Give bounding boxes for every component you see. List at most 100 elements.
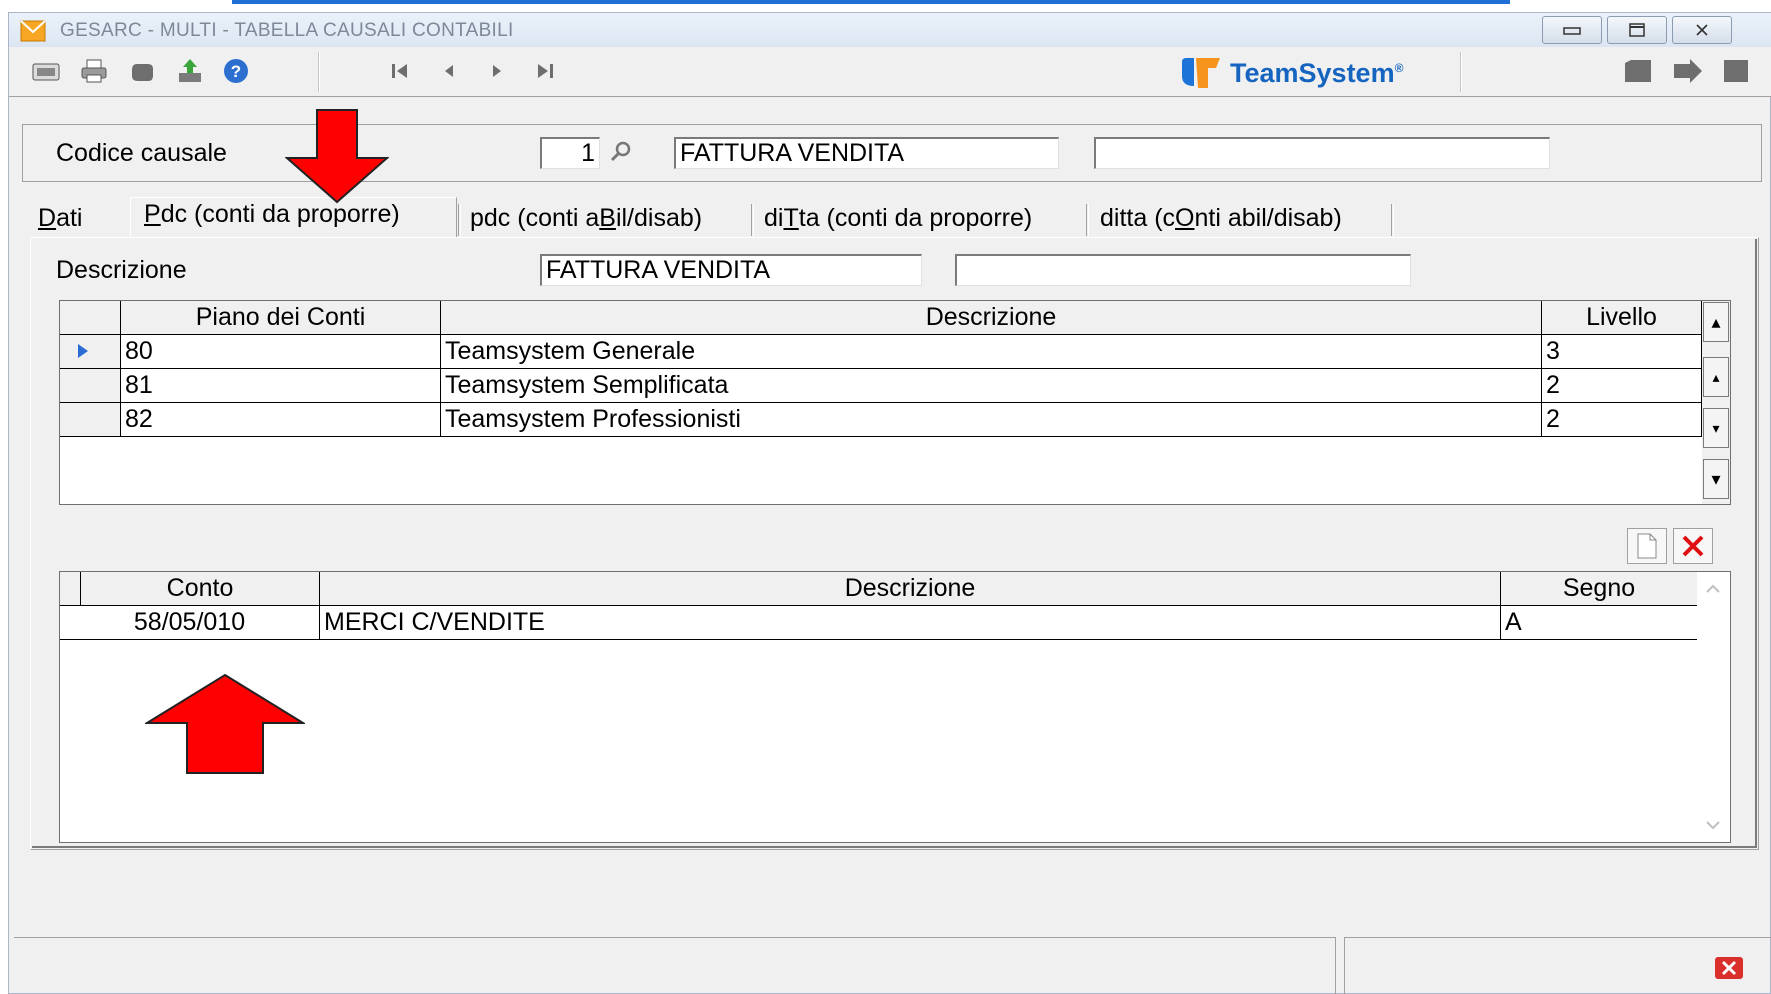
toolbar-separator xyxy=(318,52,320,92)
print-button[interactable] xyxy=(79,56,109,86)
minimize-button[interactable] xyxy=(1542,16,1602,44)
search-lookup-icon[interactable] xyxy=(609,140,633,171)
table-row-cell[interactable]: 2 xyxy=(1542,369,1702,403)
new-row-button[interactable] xyxy=(1627,528,1667,564)
row-selector[interactable] xyxy=(60,403,121,437)
printer-icon xyxy=(81,59,107,83)
scroll-up-icon xyxy=(1706,584,1720,593)
descrizione-label: Descrizione xyxy=(56,256,187,284)
save-button[interactable] xyxy=(1623,56,1653,86)
tab-pdc-conti-abil-disab[interactable]: pdc (conti aBil/disab) xyxy=(464,201,708,235)
window-title: GESARC - MULTI - TABELLA CAUSALI CONTABI… xyxy=(60,20,514,41)
export-icon xyxy=(179,59,201,82)
preview-button[interactable] xyxy=(31,56,61,86)
conti-header-segno[interactable]: Segno xyxy=(1501,572,1697,606)
scroll-top-icon: ▴ xyxy=(1711,311,1721,332)
last-record-icon xyxy=(538,64,553,78)
table-row-cell[interactable]: A xyxy=(1501,606,1697,640)
top-accent-line xyxy=(232,0,1510,4)
conti-header-conto[interactable]: Conto xyxy=(81,572,320,606)
row-selector-current[interactable] xyxy=(60,335,121,369)
table-row-cell[interactable]: Teamsystem Generale xyxy=(441,335,1542,369)
current-row-pointer-icon xyxy=(78,344,88,358)
teamsystem-logo-icon xyxy=(1182,58,1220,88)
first-record-icon xyxy=(392,64,407,78)
tab-separator xyxy=(1391,204,1394,236)
scroll-page-down-button[interactable]: ▾ xyxy=(1703,408,1729,448)
table-row-cell[interactable]: 3 xyxy=(1542,335,1702,369)
pdc-header-livello[interactable]: Livello xyxy=(1542,301,1702,335)
table-row-cell[interactable]: 80 xyxy=(121,335,441,369)
toolbar-separator-right xyxy=(1460,52,1462,92)
pdc-header-descrizione[interactable]: Descrizione xyxy=(441,301,1542,335)
table-row-cell[interactable]: Teamsystem Professionisti xyxy=(441,403,1542,437)
scroll-up-icon: ▴ xyxy=(1712,368,1720,385)
table-row-cell[interactable]: 81 xyxy=(121,369,441,403)
descrizione-extra-field[interactable] xyxy=(955,254,1411,286)
exit-button[interactable] xyxy=(1721,56,1751,86)
first-record-button[interactable] xyxy=(385,56,415,86)
tab-separator xyxy=(1086,204,1089,236)
table-row-cell[interactable]: 82 xyxy=(121,403,441,437)
status-error-icon[interactable] xyxy=(1714,956,1744,987)
scroll-page-up-button[interactable]: ▴ xyxy=(1703,357,1729,397)
scroll-bottom-icon: ▾ xyxy=(1711,468,1721,489)
preview-icon xyxy=(32,63,60,81)
brand-mark: ® xyxy=(1394,60,1404,75)
table-row-cell[interactable]: Teamsystem Semplificata xyxy=(441,369,1542,403)
next-record-button[interactable] xyxy=(482,56,512,86)
conti-grid-corner xyxy=(60,572,81,606)
minimize-icon xyxy=(1563,27,1581,35)
app-envelope-icon xyxy=(20,20,46,42)
hand-button[interactable] xyxy=(127,56,157,86)
teamsystem-logo: TeamSystem® xyxy=(1180,55,1403,91)
previous-record-button[interactable] xyxy=(434,56,464,86)
toolbar xyxy=(9,47,1771,97)
tab-separator xyxy=(458,204,461,236)
red-arrow-up-icon xyxy=(143,673,307,782)
conti-scrollbar[interactable] xyxy=(1697,572,1730,842)
table-row-cell[interactable]: 2 xyxy=(1542,403,1702,437)
help-icon: ? xyxy=(224,59,248,83)
codice-causale-input[interactable]: 1 xyxy=(540,137,600,169)
brand-name: TeamSystem xyxy=(1230,57,1395,88)
pdc-header-piano[interactable]: Piano dei Conti xyxy=(121,301,441,335)
tab-dati[interactable]: Dati xyxy=(32,201,88,235)
forward-button[interactable] xyxy=(1672,56,1702,86)
table-row-cell[interactable]: 58/05/010 xyxy=(60,606,320,640)
scroll-down-icon xyxy=(1706,821,1720,830)
previous-record-icon xyxy=(445,65,453,77)
causale-extra-field[interactable] xyxy=(1094,137,1550,169)
maximize-button[interactable] xyxy=(1607,16,1667,44)
table-row-cell[interactable]: MERCI C/VENDITE xyxy=(320,606,1501,640)
conti-header-descrizione[interactable]: Descrizione xyxy=(320,572,1501,606)
maximize-icon xyxy=(1629,23,1645,37)
red-arrow-down-icon xyxy=(284,108,390,211)
delete-x-icon xyxy=(1682,535,1704,557)
export-button[interactable] xyxy=(175,56,205,86)
scroll-last-button[interactable]: ▾ xyxy=(1703,459,1729,499)
svg-text:?: ? xyxy=(231,62,241,81)
next-record-icon xyxy=(493,65,501,77)
status-bar-right xyxy=(1344,937,1771,994)
exit-icon xyxy=(1724,60,1748,82)
tab-ditta-conti-da-proporre[interactable]: diTta (conti da proporre) xyxy=(758,201,1038,235)
close-window-button[interactable] xyxy=(1672,16,1732,44)
delete-row-button[interactable] xyxy=(1673,528,1713,564)
save-icon xyxy=(1625,60,1651,82)
row-selector[interactable] xyxy=(60,369,121,403)
hand-icon xyxy=(132,64,153,81)
tab-separator xyxy=(751,204,754,236)
causale-description-field[interactable]: FATTURA VENDITA xyxy=(674,137,1059,169)
scroll-first-button[interactable]: ▴ xyxy=(1703,302,1729,342)
forward-arrow-icon xyxy=(1674,59,1702,83)
scroll-down-icon: ▾ xyxy=(1712,419,1720,436)
pdc-grid-corner xyxy=(60,301,121,335)
status-bar-left xyxy=(14,937,1336,994)
last-record-button[interactable] xyxy=(530,56,560,86)
help-button[interactable]: ? xyxy=(221,56,251,86)
tab-ditta-conti-abil-disab[interactable]: ditta (cOnti abil/disab) xyxy=(1094,201,1348,235)
codice-causale-label: Codice causale xyxy=(56,139,227,167)
descrizione-field[interactable]: FATTURA VENDITA xyxy=(540,254,922,286)
close-icon xyxy=(1696,24,1708,36)
